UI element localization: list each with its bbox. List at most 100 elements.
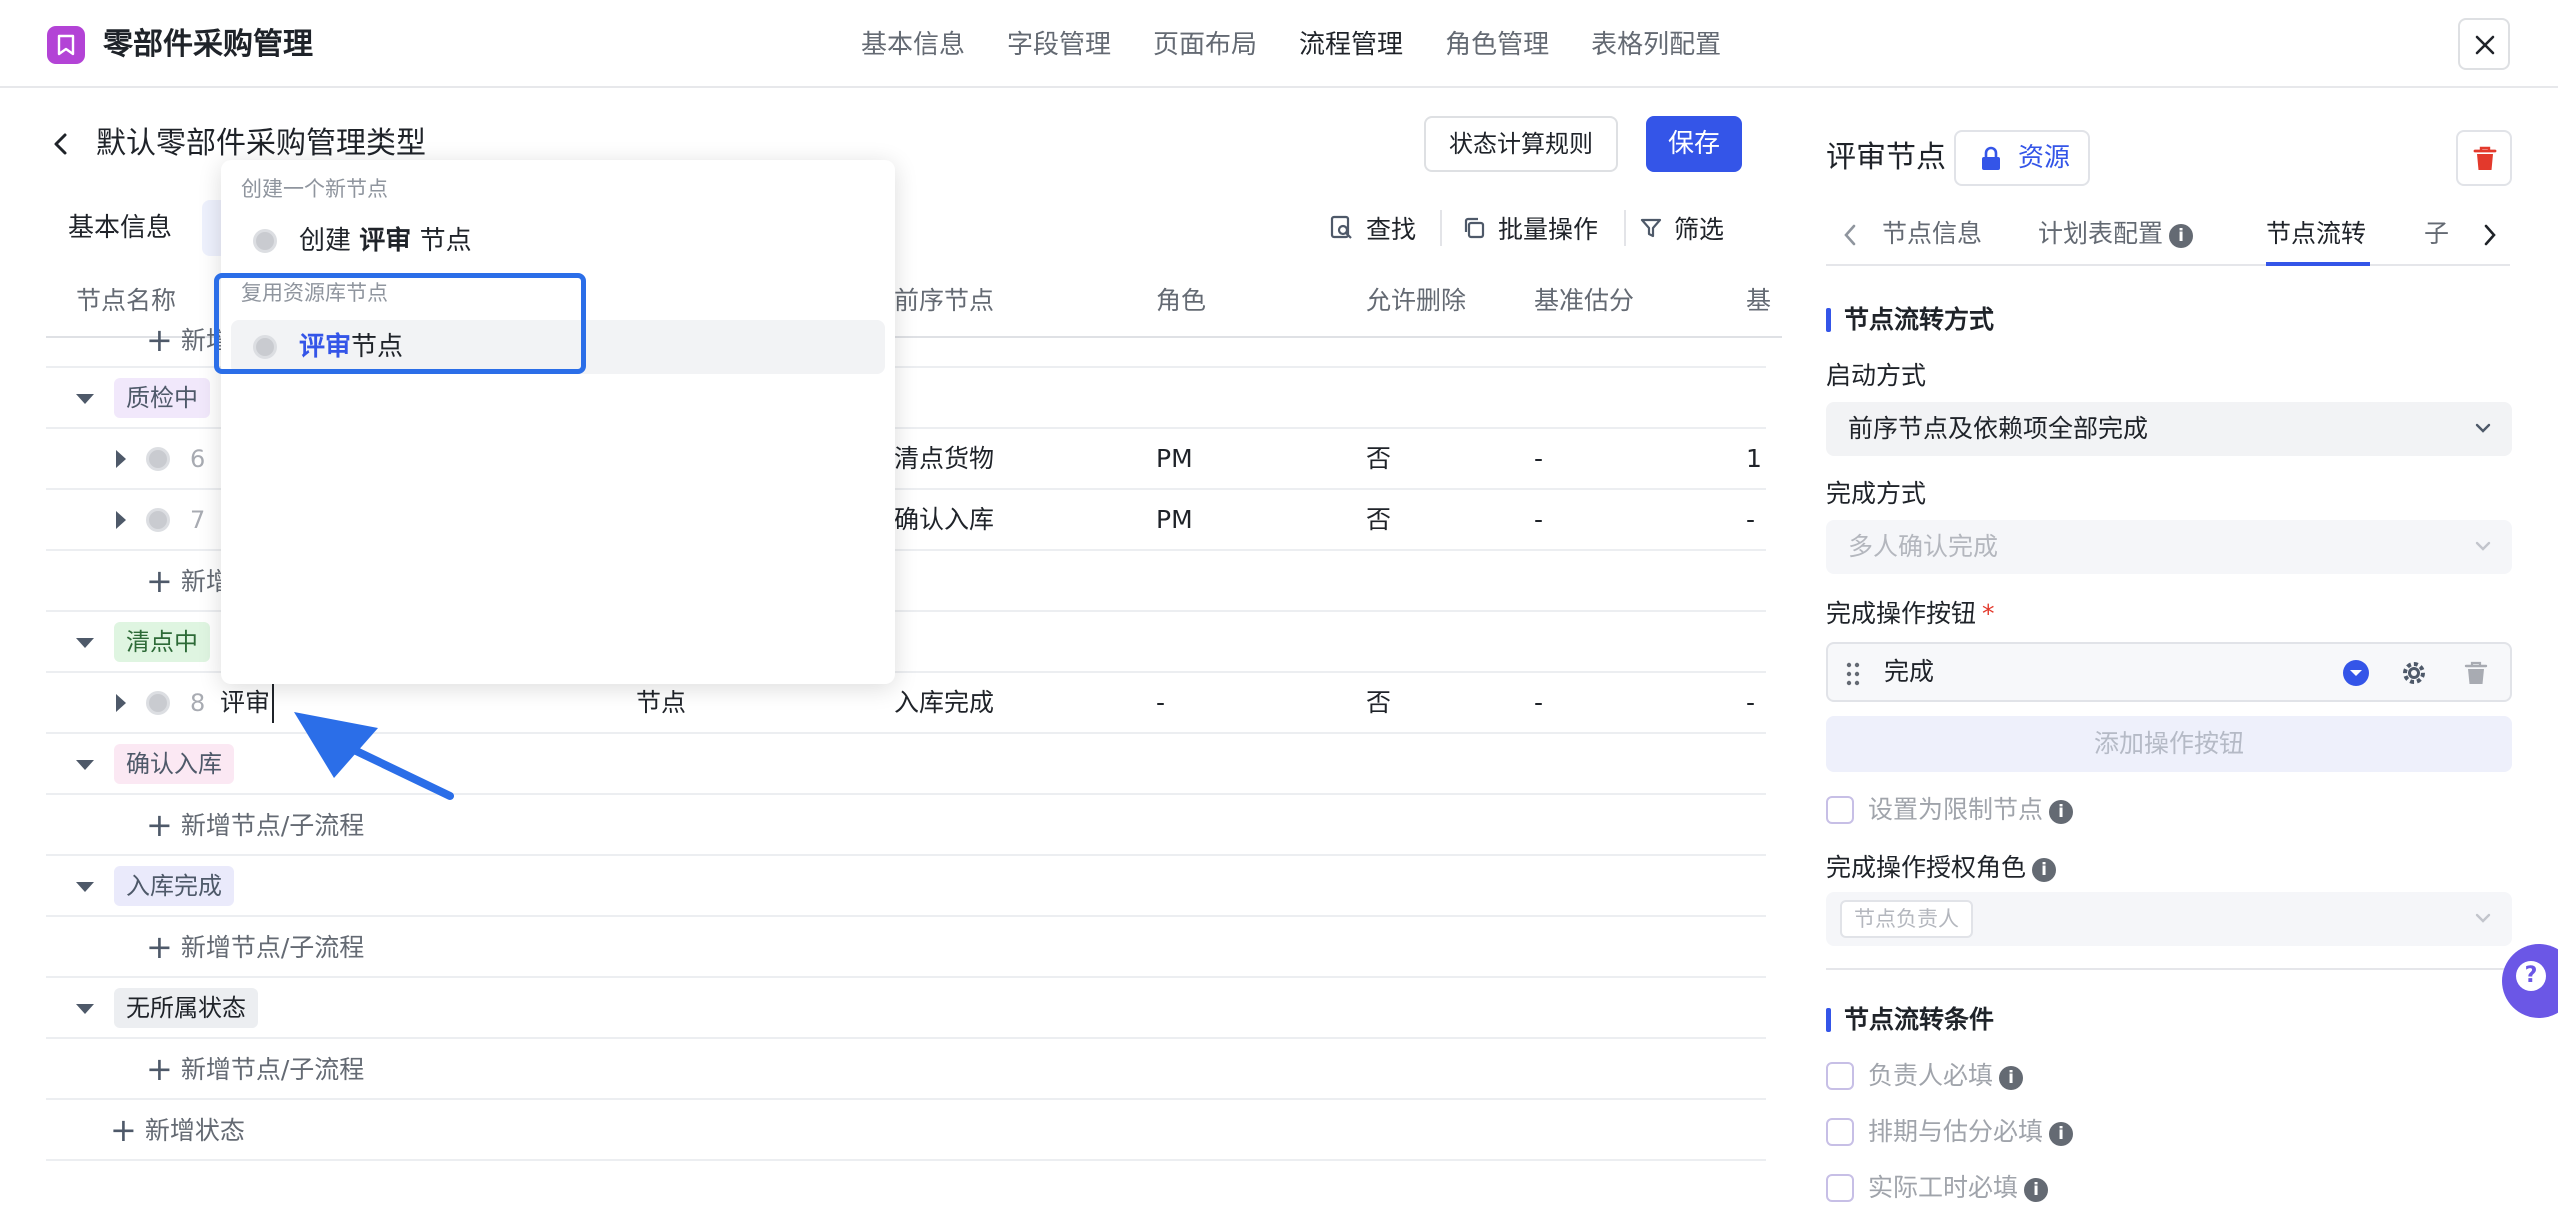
lock-icon <box>1982 146 2000 170</box>
owner-required-checkbox[interactable] <box>1826 1062 1854 1090</box>
op-button-row[interactable]: 完成 <box>1826 642 2512 702</box>
nav-basic-info[interactable]: 基本信息 <box>861 24 965 66</box>
nav-field-management[interactable]: 字段管理 <box>1007 24 1111 66</box>
app-window: 零部件采购管理 基本信息 字段管理 页面布局 流程管理 角色管理 表格列配置 默… <box>0 0 2558 1222</box>
complete-mode-value: 多人确认完成 <box>1848 532 1999 561</box>
save-button[interactable]: 保存 <box>1646 116 1742 172</box>
caret-down-icon[interactable] <box>76 760 94 770</box>
node-name-input[interactable]: 评审 <box>220 683 275 723</box>
nav-role-management[interactable]: 角色管理 <box>1445 24 1549 66</box>
tab-sub[interactable]: 子 <box>2424 214 2449 254</box>
cell-extra: - <box>1746 688 1756 717</box>
caret-down-icon[interactable] <box>76 1004 94 1014</box>
node-number: 6 <box>190 445 206 473</box>
drag-handle-icon[interactable] <box>1846 662 1860 686</box>
hours-required-checkbox[interactable] <box>1826 1174 1854 1202</box>
tab-node-info[interactable]: 节点信息 <box>1882 214 1982 254</box>
add-node-link[interactable]: + 新增节点/子流程 <box>146 805 364 846</box>
complete-mode-label: 完成方式 <box>1826 479 1927 508</box>
cell-deletable: 否 <box>1366 505 1392 534</box>
chevron-right-icon[interactable] <box>2482 222 2498 248</box>
dropdown-group-label: 创建一个新节点 <box>241 177 388 201</box>
cell-deletable: 否 <box>1366 444 1392 473</box>
filter-tool[interactable]: 筛选 <box>1640 206 1724 250</box>
status-group-row[interactable]: 无所属状态 <box>46 978 1766 1039</box>
cell-prev-node: 入库完成 <box>894 688 995 717</box>
annotation-arrow-icon <box>294 712 454 800</box>
nav-table-columns[interactable]: 表格列配置 <box>1591 24 1721 66</box>
nav-flow-management[interactable]: 流程管理 <box>1299 24 1403 66</box>
cell-role: PM <box>1156 505 1193 534</box>
add-node-link[interactable]: + 新增节点/子流程 <box>146 927 364 968</box>
status-badge: 确认入库 <box>114 744 234 784</box>
cell-prev-node: 确认入库 <box>894 505 995 534</box>
cell-estimate: - <box>1534 444 1544 473</box>
panel-tabs: 节点信息 计划表配置 i 节点流转 子 <box>1826 206 2510 266</box>
section-flow-conditions: 节点流转条件 <box>1826 1002 1994 1038</box>
nav-page-layout[interactable]: 页面布局 <box>1153 24 1257 66</box>
tab-node-flow[interactable]: 节点流转 <box>2266 214 2366 254</box>
caret-right-icon[interactable] <box>116 694 126 712</box>
status-badge: 质检中 <box>114 378 210 418</box>
complete-mode-select[interactable]: 多人确认完成 <box>1826 520 2512 574</box>
cell-role: - <box>1156 688 1166 717</box>
close-button[interactable] <box>2458 18 2510 70</box>
status-rule-button[interactable]: 状态计算规则 <box>1424 116 1618 172</box>
auth-role-label: 完成操作授权角色 i <box>1826 850 2057 886</box>
op-buttons-label: 完成操作按钮 * <box>1826 599 1995 628</box>
add-node-link[interactable]: + 新增 <box>146 561 231 602</box>
add-op-button[interactable]: 添加操作按钮 <box>1826 716 2512 772</box>
caret-down-icon[interactable] <box>76 638 94 648</box>
app-title: 零部件采购管理 <box>103 27 313 62</box>
caret-right-icon[interactable] <box>116 450 126 468</box>
find-tool[interactable]: 查找 <box>1330 206 1416 250</box>
add-state-link[interactable]: + 新增状态 <box>110 1110 245 1151</box>
gear-icon[interactable] <box>2400 659 2428 687</box>
filter-icon <box>1640 218 1662 238</box>
filter-label: 筛选 <box>1674 215 1725 244</box>
close-icon <box>2475 35 2495 55</box>
cell-role: PM <box>1156 444 1193 473</box>
tab-schedule-config[interactable]: 计划表配置 i <box>2038 214 2194 254</box>
cell-estimate: - <box>1534 688 1544 717</box>
resource-button[interactable]: 资源 <box>1954 130 2090 186</box>
info-icon: i <box>2049 1122 2074 1146</box>
schedule-required-checkbox[interactable] <box>1826 1118 1854 1146</box>
batch-tool[interactable]: 批量操作 <box>1462 206 1598 250</box>
schedule-required-label: 排期与估分必填 i <box>1868 1114 2074 1150</box>
info-icon: i <box>2169 224 2194 248</box>
table-row: + 新增节点/子流程 <box>46 1039 1766 1100</box>
chevron-down-icon <box>2475 541 2491 551</box>
help-button[interactable]: ? <box>2502 944 2558 1018</box>
info-icon: i <box>2049 800 2074 824</box>
node-status-dot <box>146 447 170 471</box>
table-row: + 新增节点/子流程 <box>46 917 1766 978</box>
batch-label: 批量操作 <box>1498 215 1599 244</box>
caret-down-icon[interactable] <box>76 882 94 892</box>
top-bar: 零部件采购管理 基本信息 字段管理 页面布局 流程管理 角色管理 表格列配置 <box>0 0 2558 88</box>
op-button-name: 完成 <box>1884 657 1935 686</box>
caret-right-icon[interactable] <box>116 511 126 529</box>
node-suggestion-dropdown: 创建一个新节点 创建 评审 节点 复用资源库节点 评审节点 <box>221 160 895 684</box>
add-node-link[interactable]: + 新增节点/子流程 <box>146 1049 364 1090</box>
cell-extra: 1 <box>1746 444 1762 473</box>
status-group-row[interactable]: 入库完成 <box>46 856 1766 917</box>
auth-role-select[interactable]: 节点负责人 <box>1826 892 2512 946</box>
caret-down-icon[interactable] <box>76 394 94 404</box>
tab-basic-info[interactable]: 基本信息 <box>68 208 172 248</box>
chevron-left-icon[interactable] <box>1842 222 1858 248</box>
trash-icon[interactable] <box>2464 660 2488 686</box>
toolbar-divider <box>1624 210 1626 246</box>
delete-node-button[interactable] <box>2456 130 2512 186</box>
chevron-down-icon <box>2475 913 2491 923</box>
dropdown-circle-icon[interactable] <box>2342 659 2370 687</box>
back-arrow-icon[interactable] <box>48 128 74 160</box>
start-mode-label: 启动方式 <box>1826 361 1927 390</box>
find-label: 查找 <box>1366 215 1417 244</box>
start-mode-select[interactable]: 前序节点及依赖项全部完成 <box>1826 402 2512 456</box>
info-icon: i <box>2032 858 2057 882</box>
restrict-node-checkbox[interactable] <box>1826 796 1854 824</box>
create-node-option[interactable]: 创建 评审 节点 <box>231 214 885 268</box>
panel-title: 评审节点 <box>1826 140 1946 175</box>
section-divider <box>1826 968 2512 970</box>
